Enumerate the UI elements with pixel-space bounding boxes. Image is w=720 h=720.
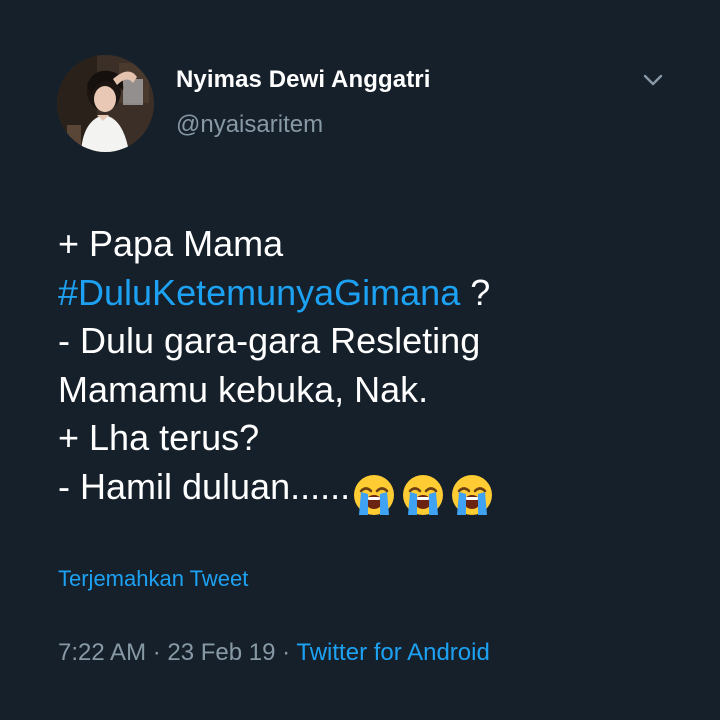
tweet-line-text: - Hamil duluan...... [58, 465, 351, 507]
tweet-meta: 7:22 AM · 23 Feb 19 · Twitter for Androi… [58, 639, 490, 667]
user-handle[interactable]: @nyaisaritem [176, 111, 323, 139]
tweet-line: - Hamil duluan...... [58, 463, 698, 515]
tweet-date[interactable]: 23 Feb 19 [167, 639, 275, 666]
tweet-line-text: Mamamu kebuka, Nak. [58, 368, 429, 410]
tweet-line: + Lha terus? [58, 414, 698, 463]
tweet-text: + Papa Mama #DuluKetemunyaGimana ? - Dul… [58, 220, 698, 515]
tweet-line: + Papa Mama [58, 220, 698, 269]
avatar[interactable] [57, 55, 154, 152]
tweet-card: Nyimas Dewi Anggatri @nyaisaritem + Papa… [0, 0, 720, 720]
tweet-line: #DuluKetemunyaGimana ? [58, 269, 698, 318]
tweet-line-text: - Dulu gara-gara Resleting [58, 320, 481, 361]
hashtag-suffix: ? [460, 271, 491, 313]
loudly-crying-face-icon [403, 474, 444, 515]
translate-tweet-link[interactable]: Terjemahkan Tweet [58, 566, 248, 592]
tweet-line: Mamamu kebuka, Nak. [58, 366, 698, 415]
hashtag-link[interactable]: #DuluKetemunyaGimana [58, 272, 460, 313]
avatar-photo [57, 55, 154, 152]
tweet-line: - Dulu gara-gara Resleting [58, 317, 698, 366]
loudly-crying-face-icon [452, 474, 493, 515]
meta-separator: · [275, 639, 297, 666]
emoji-group [352, 469, 499, 518]
tweet-line-text: + Papa Mama [58, 223, 284, 264]
chevron-down-icon[interactable] [641, 70, 665, 90]
tweet-source-link[interactable]: Twitter for Android [296, 639, 489, 666]
tweet-time[interactable]: 7:22 AM [58, 639, 146, 666]
display-name[interactable]: Nyimas Dewi Anggatri [176, 66, 431, 94]
tweet-line-text: + Lha terus? [58, 417, 260, 458]
loudly-crying-face-icon [354, 474, 395, 515]
meta-separator: · [146, 639, 168, 666]
